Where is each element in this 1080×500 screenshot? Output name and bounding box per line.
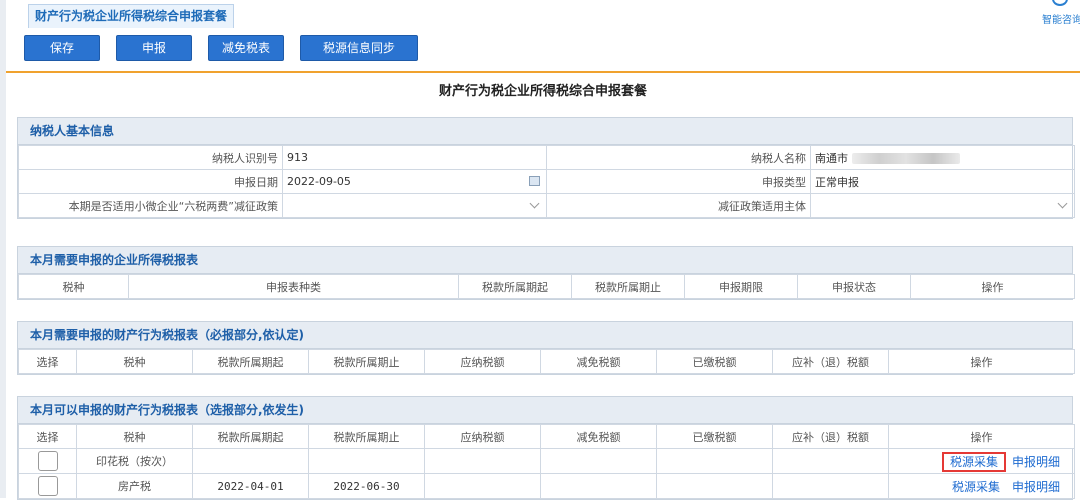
col-header: 应补（退）税额 — [772, 349, 889, 374]
col-header: 应纳税额 — [424, 349, 541, 374]
left-gutter — [0, 0, 6, 498]
optional-panel: 本月可以申报的财产行为税报表（选报部分,依发生) 选择 税种 税款所属期起 税款… — [17, 396, 1075, 500]
row-checkbox[interactable] — [37, 451, 58, 471]
optional-table: 选择 税种 税款所属期起 税款所属期止 应纳税额 减免税额 已缴税额 应补（退）… — [18, 424, 1075, 499]
page-title: 财产行为税企业所得税综合申报套餐 — [438, 84, 647, 99]
filing-date-value: 2022-09-05 — [287, 175, 351, 188]
col-header: 操作 — [888, 349, 1075, 374]
col-header: 申报表种类 — [128, 274, 459, 299]
policy-select[interactable] — [282, 193, 547, 218]
basic-info-table: 纳税人识别号 913 纳税人名称 南通市 申报日期 2022-09-05 申报类… — [18, 145, 1075, 218]
col-header: 操作 — [888, 424, 1075, 449]
filing-type-label: 申报类型 — [546, 169, 811, 194]
optional-title: 本月可以申报的财产行为税报表（选报部分,依发生) — [18, 397, 1072, 424]
col-header: 应补（退）税额 — [772, 424, 889, 449]
taxpayer-name-label: 纳税人名称 — [546, 145, 811, 170]
col-header: 应纳税额 — [424, 424, 541, 449]
col-header: 申报状态 — [797, 274, 911, 299]
policy-subject-select[interactable] — [810, 193, 1075, 218]
tax-type-cell: 房产税 — [76, 473, 193, 499]
col-header: 税款所属期止 — [571, 274, 685, 299]
tax-id-label: 纳税人识别号 — [18, 145, 283, 170]
tax-source-collect-link[interactable]: 税源采集 — [952, 480, 1000, 494]
tax-id-field[interactable]: 913 — [282, 145, 547, 170]
table-row: 房产税 2022-04-01 2022-06-30 税源采集 申报明细 — [18, 473, 1075, 499]
col-header: 税款所属期止 — [308, 349, 425, 374]
col-header: 已缴税额 — [656, 349, 773, 374]
policy-subject-label: 减征政策适用主体 — [546, 193, 811, 218]
required-title: 本月需要申报的财产行为税报表（必报部分,依认定) — [18, 322, 1072, 349]
toolbar: 保存 申报 减免税表 税源信息同步 — [6, 28, 1080, 73]
assistant-label: 智能咨询 — [1042, 15, 1080, 26]
tab-bar: 财产行为税企业所得税综合申报套餐 — [6, 0, 1080, 29]
select-cell — [18, 448, 77, 474]
period-end-cell: 2022-06-30 — [308, 473, 425, 499]
chevron-down-icon — [529, 198, 540, 209]
col-header: 选择 — [18, 424, 77, 449]
filing-date-field[interactable]: 2022-09-05 — [282, 169, 547, 194]
tax-due-cell — [772, 448, 889, 474]
filing-date-label: 申报日期 — [18, 169, 283, 194]
col-header: 税款所属期起 — [458, 274, 572, 299]
basic-info-panel: 纳税人基本信息 纳税人识别号 913 纳税人名称 南通市 申报日期 2022-0… — [17, 117, 1075, 219]
tax-payable-cell — [424, 473, 541, 499]
col-header: 税款所属期起 — [192, 424, 309, 449]
filing-detail-link[interactable]: 申报明细 — [1012, 455, 1060, 469]
col-header: 税种 — [76, 424, 193, 449]
action-cell: 税源采集 申报明细 — [888, 448, 1075, 474]
col-header: 选择 — [18, 349, 77, 374]
filing-type-value: 正常申报 — [810, 169, 1075, 194]
save-button[interactable]: 保存 — [24, 35, 100, 61]
table-row: 印花税（按次） 税源采集 申报明细 — [18, 448, 1075, 474]
tax-paid-cell — [656, 473, 773, 499]
tax-due-cell — [772, 473, 889, 499]
income-tax-title: 本月需要申报的企业所得税报表 — [18, 247, 1072, 274]
sync-tax-source-button[interactable]: 税源信息同步 — [300, 35, 418, 61]
required-table: 选择 税种 税款所属期起 税款所属期止 应纳税额 减免税额 已缴税额 应补（退）… — [18, 349, 1075, 374]
action-cell: 税源采集 申报明细 — [888, 473, 1075, 499]
col-header: 税种 — [18, 274, 129, 299]
col-header: 税款所属期止 — [308, 424, 425, 449]
calendar-icon[interactable] — [529, 176, 540, 186]
tax-type-cell: 印花税（按次） — [76, 448, 193, 474]
policy-label: 本期是否适用小微企业“六税两费”减征政策 — [18, 193, 283, 218]
col-header: 申报期限 — [684, 274, 798, 299]
row-checkbox[interactable] — [37, 476, 58, 496]
chevron-down-icon — [1057, 198, 1068, 209]
col-header: 减免税额 — [540, 424, 657, 449]
col-header: 减免税额 — [540, 349, 657, 374]
reduction-table-button[interactable]: 减免税表 — [208, 35, 284, 61]
tax-reduction-cell — [540, 473, 657, 499]
select-cell — [18, 473, 77, 499]
period-start-cell: 2022-04-01 — [192, 473, 309, 499]
taxpayer-name-value: 南通市 — [815, 151, 848, 165]
col-header: 税种 — [76, 349, 193, 374]
col-header: 已缴税额 — [656, 424, 773, 449]
taxpayer-name-field[interactable]: 南通市 — [810, 145, 1075, 170]
basic-info-title: 纳税人基本信息 — [18, 118, 1072, 145]
smart-assistant[interactable]: 智能咨询 — [1040, 0, 1080, 28]
submit-button[interactable]: 申报 — [116, 35, 192, 61]
col-header: 税款所属期起 — [192, 349, 309, 374]
tax-source-collect-link[interactable]: 税源采集 — [941, 451, 1006, 472]
tax-payable-cell — [424, 448, 541, 474]
assistant-icon — [1052, 0, 1068, 6]
period-start-cell — [192, 448, 309, 474]
redacted-mask — [852, 153, 960, 164]
income-tax-panel: 本月需要申报的企业所得税报表 税种 申报表种类 税款所属期起 税款所属期止 申报… — [17, 246, 1075, 300]
col-header: 操作 — [910, 274, 1075, 299]
tax-paid-cell — [656, 448, 773, 474]
required-panel: 本月需要申报的财产行为税报表（必报部分,依认定) 选择 税种 税款所属期起 税款… — [17, 321, 1075, 375]
filing-detail-link[interactable]: 申报明细 — [1012, 480, 1060, 494]
tax-reduction-cell — [540, 448, 657, 474]
period-end-cell — [308, 448, 425, 474]
income-tax-table: 税种 申报表种类 税款所属期起 税款所属期止 申报期限 申报状态 操作 — [18, 274, 1075, 299]
tab-main[interactable]: 财产行为税企业所得税综合申报套餐 — [28, 4, 234, 28]
